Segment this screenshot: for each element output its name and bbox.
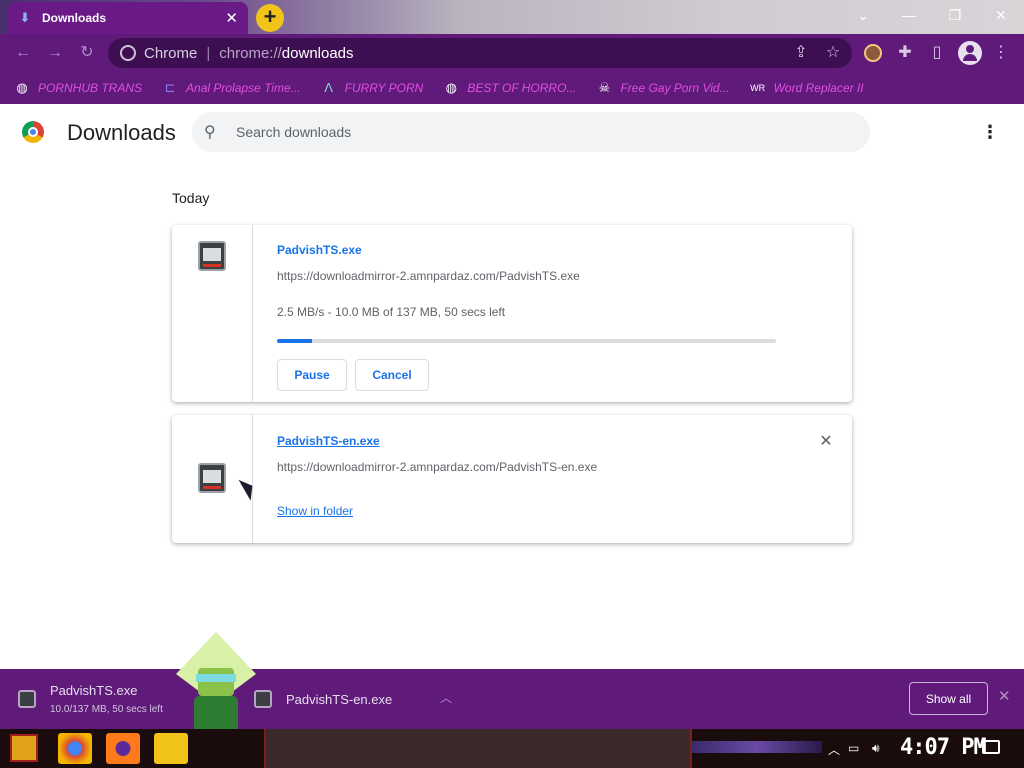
- search-input[interactable]: [236, 124, 836, 140]
- forward-icon[interactable]: →: [44, 42, 66, 64]
- desktop-mascot-image: [176, 632, 256, 730]
- tab-search-icon[interactable]: ⌄: [840, 0, 886, 30]
- shelf-item[interactable]: PadvishTS.exe 10.0/137 MB, 50 secs left: [18, 669, 163, 729]
- exe-file-icon: [254, 690, 272, 708]
- more-actions-icon[interactable]: ⋮: [980, 122, 1000, 142]
- file-explorer-taskbar-icon[interactable]: [154, 733, 188, 764]
- chevron-up-icon[interactable]: ︿: [440, 689, 452, 706]
- bookmarks-bar: ◍ PORNHUB TRANS ⊏ Anal Prolapse Time... …: [0, 72, 1024, 104]
- bookmark-item[interactable]: Λ FURRY PORN: [321, 80, 424, 96]
- tab-title: Downloads: [42, 11, 107, 25]
- mascot-face: [198, 668, 234, 696]
- lambda-icon: Λ: [324, 80, 333, 95]
- exe-file-icon: [198, 241, 226, 271]
- progress-fill: [277, 339, 312, 343]
- page-title: Downloads: [67, 120, 176, 145]
- exe-file-icon: [198, 463, 226, 493]
- taskbar: ︿ ▭ 🔊︎ 4:07 PM: [0, 729, 1024, 768]
- extensions-icon[interactable]: ✚: [894, 42, 916, 64]
- network-icon[interactable]: ▭: [848, 741, 859, 755]
- profile-icon[interactable]: [958, 41, 982, 65]
- globe-icon: ◍: [16, 80, 28, 95]
- omnibox-separator: |: [206, 44, 211, 62]
- bookmark-item[interactable]: ⊏ Anal Prolapse Time...: [162, 80, 301, 96]
- bookmark-item[interactable]: ◍ BEST OF HORRO...: [443, 80, 577, 96]
- search-icon: ⚲: [204, 124, 216, 141]
- show-in-folder-link[interactable]: Show in folder: [277, 504, 353, 518]
- file-icon-column: [172, 225, 253, 402]
- bookmark-label: Anal Prolapse Time...: [186, 81, 301, 95]
- taskbar-media-thumbnail: [264, 729, 692, 768]
- menu-icon[interactable]: ⋮: [990, 42, 1012, 64]
- downloads-header: Downloads ⚲ ⋮: [0, 104, 1024, 160]
- mascot-body: [194, 696, 238, 730]
- url-host: downloads: [281, 44, 354, 62]
- file-url: https://downloadmirror-2.amnpardaz.com/P…: [277, 460, 598, 474]
- volume-icon[interactable]: 🔊︎: [872, 741, 880, 756]
- globe-icon: ◍: [445, 80, 457, 95]
- minimize-button[interactable]: —: [886, 0, 932, 30]
- date-section-label: Today: [172, 190, 210, 206]
- tab-close-icon[interactable]: ✕: [225, 9, 238, 27]
- pause-button[interactable]: Pause: [277, 359, 347, 391]
- bookmark-star-icon[interactable]: ☆: [822, 42, 844, 64]
- notification-icon[interactable]: [982, 740, 1000, 754]
- start-button[interactable]: [10, 734, 38, 762]
- progress-bar: [277, 339, 776, 343]
- shelf-item-name: PadvishTS.exe: [50, 683, 138, 698]
- file-name[interactable]: PadvishTS.exe: [277, 243, 362, 257]
- bookmark-item[interactable]: ☠ Free Gay Porn Vid...: [596, 80, 730, 96]
- file-url: https://downloadmirror-2.amnpardaz.com/P…: [277, 269, 580, 283]
- back-icon[interactable]: ←: [12, 42, 34, 64]
- side-panel-icon[interactable]: ▯: [926, 42, 948, 64]
- chrome-logo-icon: [22, 121, 44, 143]
- bookmark-item[interactable]: WR Word Replacer II: [750, 80, 864, 96]
- chrome-taskbar-icon[interactable]: [58, 733, 92, 764]
- address-bar[interactable]: Chrome | chrome://downloads: [108, 38, 852, 68]
- chrome-site-icon: [120, 45, 136, 61]
- remove-icon[interactable]: ✕: [817, 433, 835, 451]
- download-status: 2.5 MB/s - 10.0 MB of 137 MB, 50 secs le…: [277, 305, 506, 319]
- bookmark-label: BEST OF HORRO...: [467, 81, 577, 95]
- toolbar: ← → ↻ Chrome | chrome://downloads ⇪ ☆ ✚ …: [0, 34, 1024, 72]
- bracket-icon: ⊏: [164, 80, 176, 95]
- exe-file-icon: [18, 690, 36, 708]
- bookmark-item[interactable]: ◍ PORNHUB TRANS: [14, 80, 142, 96]
- shelf-item[interactable]: PadvishTS-en.exe: [254, 669, 392, 729]
- site-name: Chrome: [144, 44, 198, 62]
- extension-avatar-icon[interactable]: [864, 44, 882, 62]
- mascot-visor: [196, 674, 236, 682]
- show-all-button[interactable]: Show all: [909, 682, 988, 715]
- url-scheme: chrome://: [219, 44, 282, 62]
- title-bar: ⬇ Downloads ✕ + ⌄ — ❐ ✕: [0, 0, 1024, 34]
- download-item: PadvishTS-en.exe https://downloadmirror-…: [172, 415, 852, 543]
- firefox-taskbar-icon[interactable]: [106, 733, 140, 764]
- download-icon: ⬇: [19, 10, 31, 25]
- shelf-item-status: 10.0/137 MB, 50 secs left: [50, 704, 163, 715]
- search-box[interactable]: ⚲: [192, 112, 870, 152]
- skull-icon: ☠: [598, 80, 611, 95]
- shelf-item-name: PadvishTS-en.exe: [286, 691, 393, 707]
- bookmark-label: FURRY PORN: [344, 81, 424, 95]
- file-name[interactable]: PadvishTS-en.exe: [277, 434, 380, 448]
- wr-icon: WR: [750, 83, 766, 93]
- tray-chevron-icon[interactable]: ︿: [828, 741, 840, 758]
- bookmark-label: Word Replacer II: [773, 81, 864, 95]
- taskbar-clock[interactable]: 4:07 PM: [900, 735, 987, 760]
- reload-icon[interactable]: ↻: [76, 42, 98, 64]
- bookmark-label: PORNHUB TRANS: [38, 81, 143, 95]
- tab-downloads[interactable]: ⬇ Downloads ✕: [8, 2, 248, 34]
- window-close-button[interactable]: ✕: [978, 0, 1024, 30]
- restore-button[interactable]: ❐: [932, 0, 978, 30]
- share-icon[interactable]: ⇪: [790, 42, 812, 64]
- bookmark-label: Free Gay Porn Vid...: [620, 81, 730, 95]
- new-tab-button[interactable]: +: [256, 4, 284, 32]
- download-item: PadvishTS.exe https://downloadmirror-2.a…: [172, 225, 852, 402]
- shelf-close-icon[interactable]: ✕: [998, 687, 1011, 705]
- cancel-button[interactable]: Cancel: [355, 359, 429, 391]
- taskbar-decoration: [692, 741, 822, 753]
- download-shelf: PadvishTS.exe 10.0/137 MB, 50 secs left …: [0, 669, 1024, 729]
